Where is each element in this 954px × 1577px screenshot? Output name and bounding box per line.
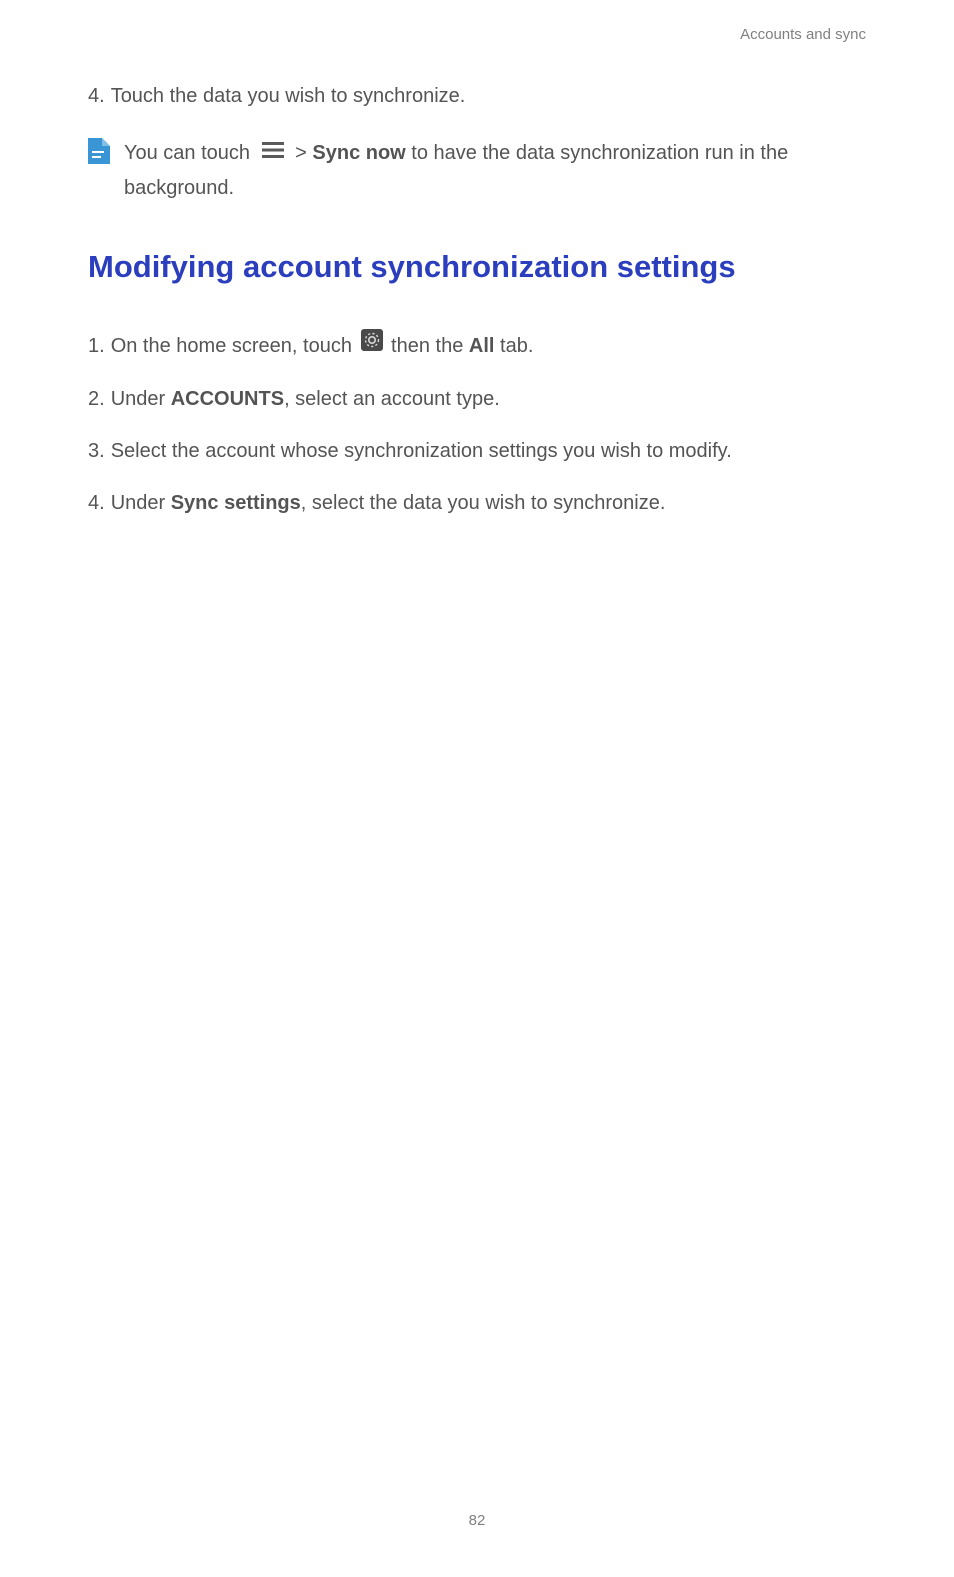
step-suffix: , select an account type. xyxy=(284,388,500,410)
step-body: Under Sync settings, select the data you… xyxy=(111,488,666,518)
note-prefix: You can touch xyxy=(124,142,256,164)
settings-gear-icon xyxy=(361,329,383,360)
step-number: 1. xyxy=(88,331,105,362)
note-separator: > xyxy=(290,142,313,164)
note-document-icon xyxy=(88,138,110,164)
step-body: Under ACCOUNTS, select an account type. xyxy=(111,384,500,414)
step-suffix: tab. xyxy=(494,335,533,357)
step-prefix: Under xyxy=(111,388,171,410)
step-mid: then the xyxy=(386,335,469,357)
step-number: 4. xyxy=(88,488,105,518)
page-header-section: Accounts and sync xyxy=(740,26,866,43)
step-2: 2. Under ACCOUNTS, select an account typ… xyxy=(88,384,866,414)
note-bold-action: Sync now xyxy=(312,142,405,164)
step-bold: ACCOUNTS xyxy=(171,388,284,410)
step-bold: All xyxy=(469,335,495,357)
step-4: 4. Under Sync settings, select the data … xyxy=(88,488,866,518)
section-title: Accounts and sync xyxy=(740,26,866,43)
step-bold: Sync settings xyxy=(171,492,301,514)
continuation-step-4: 4. Touch the data you wish to synchroniz… xyxy=(88,85,866,108)
section-heading: Modifying account synchronization settin… xyxy=(88,249,866,285)
step-prefix: On the home screen, touch xyxy=(111,335,358,357)
note-callout: You can touch > Sync now to have the dat… xyxy=(88,136,866,205)
step-prefix: Under xyxy=(111,492,171,514)
page-number: 82 xyxy=(0,1512,954,1529)
page-content: 4. Touch the data you wish to synchroniz… xyxy=(88,85,866,540)
hamburger-menu-icon xyxy=(262,135,284,169)
step-number: 3. xyxy=(88,436,105,466)
step-text: Select the account whose synchronization… xyxy=(111,436,732,466)
step-1: 1. On the home screen, touch then the Al… xyxy=(88,331,866,362)
step-3: 3. Select the account whose synchronizat… xyxy=(88,436,866,466)
note-text: You can touch > Sync now to have the dat… xyxy=(124,136,866,205)
step-suffix: , select the data you wish to synchroniz… xyxy=(301,492,666,514)
step-number: 4. xyxy=(88,85,105,108)
step-body: On the home screen, touch then the All t… xyxy=(111,331,534,362)
step-text: Touch the data you wish to synchronize. xyxy=(111,85,466,108)
step-number: 2. xyxy=(88,384,105,414)
steps-list: 1. On the home screen, touch then the Al… xyxy=(88,331,866,518)
